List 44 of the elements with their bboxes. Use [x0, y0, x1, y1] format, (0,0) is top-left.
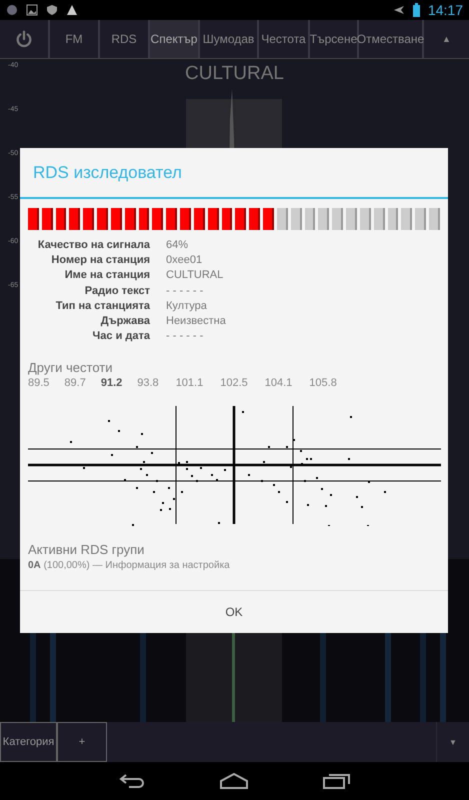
- frequency-label: 104.1: [264, 377, 292, 390]
- home-icon[interactable]: [220, 773, 248, 789]
- info-label: Тип на станцията: [54, 298, 150, 314]
- shield-icon: [46, 4, 58, 16]
- warning-icon: [66, 4, 78, 16]
- clock-time: 14:17: [428, 2, 463, 18]
- frequency-label: 89.7: [64, 377, 86, 390]
- tab[interactable]: Търсене: [310, 20, 359, 58]
- station-name: CULTURAL: [185, 63, 284, 84]
- frequency-label: 89.5: [28, 377, 50, 390]
- info-value: CULTURAL: [166, 268, 224, 284]
- info-value: - - - - - -: [166, 284, 204, 299]
- frequency-label: 93.8: [137, 377, 159, 390]
- image-icon: [26, 4, 38, 16]
- info-label: Качество на сигнала: [36, 238, 150, 253]
- category-button[interactable]: Категория: [0, 722, 57, 762]
- frequency-label: 102.5: [220, 377, 248, 390]
- group-info: 0A (100,00%) — Информация за настройка: [27, 559, 231, 572]
- tab[interactable]: Честота: [259, 20, 310, 58]
- add-button[interactable]: +: [57, 722, 107, 762]
- section-heading: Активни RDS групи: [27, 541, 146, 558]
- battery-icon: [412, 3, 420, 17]
- info-value: 0xee01: [166, 253, 204, 268]
- frequency-label: 105.8: [309, 377, 337, 390]
- info-value: - - - - - -: [166, 329, 204, 344]
- recents-icon[interactable]: [322, 773, 350, 789]
- info-label: Номер на станция: [50, 253, 150, 268]
- frequency-label: 91.2: [100, 377, 122, 390]
- info-label: Час и дата: [92, 329, 150, 344]
- info-value: Култура: [166, 298, 208, 314]
- power-icon: [15, 30, 33, 48]
- frequency-label: 101.1: [176, 377, 204, 390]
- info-value: Неизвестна: [166, 314, 227, 330]
- tab[interactable]: Отместване: [359, 20, 424, 58]
- info-label: Държава: [100, 314, 150, 330]
- back-icon[interactable]: [118, 773, 144, 789]
- section-heading: Други честоти: [27, 359, 114, 376]
- app-icon: [6, 4, 18, 16]
- info-label: Име на станция: [64, 268, 150, 284]
- info-value: 64%: [166, 238, 190, 253]
- dialog-title: RDS изследовател: [33, 162, 182, 182]
- info-label: Радио текст: [84, 284, 150, 299]
- tab[interactable]: Спектър: [150, 20, 200, 58]
- airplane-icon: [392, 4, 405, 16]
